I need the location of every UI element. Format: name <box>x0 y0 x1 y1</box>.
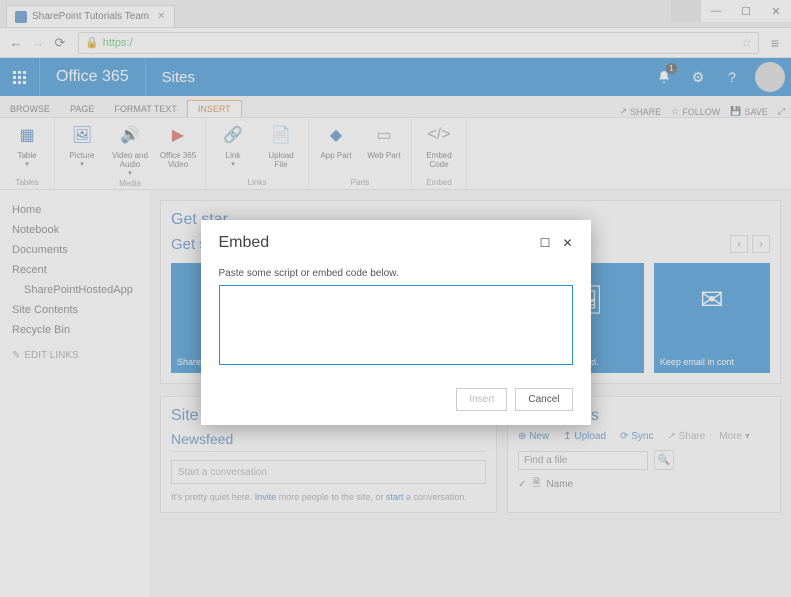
dialog-close-button[interactable]: ✕ <box>562 236 572 250</box>
dialog-maximize-button[interactable]: ☐ <box>540 236 551 250</box>
dialog-instruction: Paste some script or embed code below. <box>219 268 573 279</box>
dialog-title: Embed <box>219 234 270 252</box>
embed-code-textarea[interactable] <box>219 285 573 365</box>
cancel-button[interactable]: Cancel <box>515 388 572 411</box>
embed-dialog: Embed ☐ ✕ Paste some script or embed cod… <box>201 220 591 425</box>
modal-overlay: Embed ☐ ✕ Paste some script or embed cod… <box>0 0 791 597</box>
insert-button[interactable]: Insert <box>456 388 507 411</box>
